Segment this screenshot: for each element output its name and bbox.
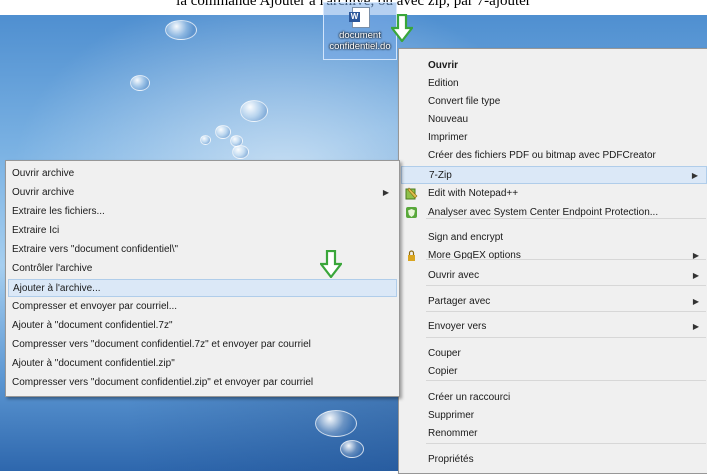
submenu-item-compresser-vers-document-confidentiel-7z-et-envoyer-par-courriel[interactable]: Compresser vers "document confidentiel.7… [8, 336, 397, 354]
menu-item-copier[interactable]: Copier [401, 363, 707, 381]
menu-separator [426, 311, 706, 312]
chevron-right-icon: ▶ [692, 322, 699, 331]
menu-item-proprietes[interactable]: Propriétés [401, 451, 707, 469]
menu-item-label: 7-Zip [429, 170, 452, 181]
chevron-right-icon: ▶ [692, 297, 699, 306]
menu-item-ouvrir[interactable]: Ouvrir [401, 57, 707, 75]
menu-item-label: Edit with Notepad++ [428, 188, 519, 199]
submenu-item-extraire-les-fichiers[interactable]: Extraire les fichiers... [8, 203, 397, 221]
menu-item-label: Créer un raccourci [428, 392, 511, 403]
menu-item-nouveau[interactable]: Nouveau [401, 111, 707, 129]
submenu-item-label: Ouvrir archive [12, 187, 75, 198]
submenu-item-ajouter-a-l-archive[interactable]: Ajouter à l'archive... [8, 279, 397, 297]
water-bubble [165, 20, 197, 40]
menu-item-label: Supprimer [428, 410, 475, 421]
submenu-item-ajouter-a-document-confidentiel-zip[interactable]: Ajouter à "document confidentiel.zip" [8, 355, 397, 373]
chevron-right-icon: ▶ [691, 171, 698, 180]
menu-item-edit-with-notepad[interactable]: Edit with Notepad++ [401, 185, 707, 203]
menu-item-edition[interactable]: Edition [401, 75, 707, 93]
word-document-icon: W [349, 7, 370, 28]
menu-item-label: Ouvrir avec [428, 270, 480, 281]
menu-item-label: Couper [428, 348, 461, 359]
menu-item-creer-un-raccourci[interactable]: Créer un raccourci [401, 389, 707, 407]
submenu-item-ouvrir-archive[interactable]: Ouvrir archive [8, 165, 397, 183]
menu-item-label: Nouveau [428, 114, 469, 125]
desktop-file-label: document confidentiel.do [329, 30, 391, 52]
menu-item-label: Ouvrir [428, 60, 459, 71]
menu-separator [426, 380, 706, 381]
menu-separator [426, 285, 706, 286]
submenu-item-label: Compresser vers "document confidentiel.z… [12, 377, 314, 388]
submenu-item-ajouter-a-document-confidentiel-7z[interactable]: Ajouter à "document confidentiel.7z" [8, 317, 397, 335]
submenu-item-ouvrir-archive[interactable]: Ouvrir archive ▶ [8, 184, 397, 202]
menu-item-envoyer-vers[interactable]: Envoyer vers ▶ [401, 318, 707, 336]
submenu-item-label: Ouvrir archive [12, 168, 75, 179]
water-bubble [215, 125, 231, 139]
chevron-right-icon: ▶ [692, 251, 699, 260]
menu-separator [426, 259, 706, 260]
submenu-item-label: Extraire les fichiers... [12, 206, 105, 217]
menu-item-ouvrir-avec[interactable]: Ouvrir avec ▶ [401, 267, 707, 285]
menu-item-label: Analyser avec System Center Endpoint Pro… [428, 207, 659, 218]
water-bubble [130, 75, 150, 91]
menu-separator [426, 443, 706, 444]
menu-item-sign-and-encrypt[interactable]: Sign and encrypt [401, 229, 707, 247]
menu-item-label: Propriétés [428, 454, 474, 465]
endpoint-protection-icon [406, 207, 417, 218]
submenu-item-label: Ajouter à "document confidentiel.7z" [12, 320, 173, 331]
menu-item-7-zip[interactable]: 7-Zip ▶ [401, 166, 707, 184]
menu-item-label: Sign and encrypt [428, 232, 504, 243]
submenu-item-label: Extraire vers "document confidentiel\" [12, 244, 179, 255]
menu-item-more-gpgex-options[interactable]: More GpgEX options ▶ [401, 247, 707, 265]
menu-item-label: Copier [428, 366, 458, 377]
menu-item-imprimer[interactable]: Imprimer [401, 129, 707, 147]
notepadpp-icon [405, 187, 418, 200]
green-arrow-icon [320, 250, 342, 278]
menu-item-label: Edition [428, 78, 459, 89]
desktop-file-icon[interactable]: W document confidentiel.do [323, 2, 397, 60]
water-bubble [340, 440, 364, 458]
submenu-item-extraire-ici[interactable]: Extraire Ici [8, 222, 397, 240]
menu-item-creer-des-fichiers-pdf-ou-bitmap-avec-pdfcreator[interactable]: Créer des fichiers PDF ou bitmap avec PD… [401, 147, 707, 165]
menu-item-label: Convert file type [428, 96, 501, 107]
menu-item-renommer[interactable]: Renommer [401, 425, 707, 443]
menu-item-couper[interactable]: Couper [401, 345, 707, 363]
menu-item-label: Imprimer [428, 132, 468, 143]
water-bubble [315, 410, 357, 437]
menu-item-label: More GpgEX options [428, 250, 521, 261]
menu-item-label: Partager avec [428, 296, 491, 307]
water-bubble [240, 100, 268, 122]
submenu-item-label: Compresser et envoyer par courriel... [12, 301, 178, 312]
submenu-item-label: Extraire Ici [12, 225, 60, 236]
menu-item-convert-file-type[interactable]: Convert file type [401, 93, 707, 111]
menu-item-analyser-avec-system-center-endpoint-protection[interactable]: Analyser avec System Center Endpoint Pro… [401, 204, 707, 222]
menu-item-partager-avec[interactable]: Partager avec ▶ [401, 293, 707, 311]
submenu-item-label: Compresser vers "document confidentiel.7… [12, 339, 311, 350]
submenu-item-label: Ajouter à "document confidentiel.zip" [12, 358, 175, 369]
context-menu: Ouvrir Edition Convert file type Nouveau Imp… [398, 48, 707, 474]
chevron-right-icon: ▶ [382, 188, 389, 197]
menu-item-label: Envoyer vers [428, 321, 487, 332]
submenu-item-compresser-vers-document-confidentiel-zip-et-envoyer-par-courriel[interactable]: Compresser vers "document confidentiel.z… [8, 374, 397, 392]
menu-item-label: Créer des fichiers PDF ou bitmap avec PD… [428, 150, 656, 161]
submenu-item-label: Contrôler l'archive [12, 263, 93, 274]
water-bubble [232, 145, 249, 159]
menu-separator [426, 337, 706, 338]
water-bubble [200, 135, 211, 145]
menu-item-label: Renommer [428, 428, 478, 439]
zip-submenu: Ouvrir archive Ouvrir archive ▶ Extraire le… [5, 160, 400, 397]
lock-icon [408, 250, 415, 261]
green-arrow-icon [391, 14, 413, 42]
menu-separator [426, 218, 706, 219]
submenu-item-label: Ajouter à l'archive... [13, 283, 101, 294]
chevron-right-icon: ▶ [692, 271, 699, 280]
submenu-item-compresser-et-envoyer-par-courriel[interactable]: Compresser et envoyer par courriel... [8, 298, 397, 316]
menu-item-supprimer[interactable]: Supprimer [401, 407, 707, 425]
